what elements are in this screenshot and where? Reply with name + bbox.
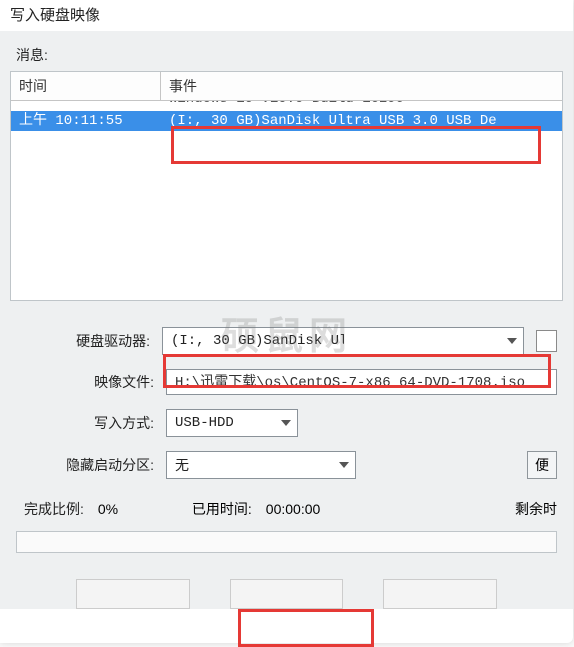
elapsed-value: 00:00:00: [266, 501, 356, 517]
drive-checkbox[interactable]: [536, 330, 557, 352]
col-event-header: 事件: [161, 72, 562, 100]
bottom-button-2[interactable]: [230, 579, 344, 609]
status-row: 完成比例: 0% 已用时间: 00:00:00 剩余时: [16, 493, 557, 531]
hidden-partition-value: 无: [175, 455, 262, 475]
drive-row: 硬盘驱动器: (I:, 30 GB)SanDisk Ultra USB 3.0 …: [16, 327, 557, 355]
write-method-value: USB-HDD+: [175, 415, 233, 431]
messages-header: 时间 事件: [11, 72, 562, 101]
drive-label: 硬盘驱动器:: [16, 331, 162, 351]
bottom-button-1[interactable]: [76, 579, 190, 609]
image-file-row: 映像文件: H:\迅雷下载\os\CentOS-7-x86_64-DVD-170…: [16, 369, 557, 395]
hidden-partition-select[interactable]: 无: [166, 451, 356, 479]
write-disk-image-dialog: 写入硬盘映像 消息: 时间 事件 Windows 10 v10.0 Build …: [0, 0, 573, 643]
window-title: 写入硬盘映像: [10, 7, 100, 24]
progress-value: 0%: [98, 501, 178, 517]
dialog-content: 消息: 时间 事件 Windows 10 v10.0 Build 16299 上…: [0, 31, 573, 609]
col-time-header: 时间: [11, 72, 161, 100]
image-file-label: 映像文件:: [16, 372, 166, 392]
chevron-down-icon: [233, 415, 291, 431]
write-method-row: 写入方式: USB-HDD+: [16, 409, 557, 437]
hidden-partition-row: 隐藏启动分区: 无 便: [16, 451, 557, 479]
elapsed-label: 已用时间:: [192, 499, 252, 519]
image-file-input[interactable]: H:\迅雷下载\os\CentOS-7-x86_64-DVD-1708.iso: [166, 369, 557, 395]
progress-bar: [16, 531, 557, 553]
progress-label: 完成比例:: [24, 499, 84, 519]
title-bar: 写入硬盘映像: [0, 0, 573, 31]
messages-body[interactable]: Windows 10 v10.0 Build 16299 上午 10:11:55…: [11, 101, 562, 131]
bottom-button-3[interactable]: [383, 579, 497, 609]
drive-select[interactable]: (I:, 30 GB)SanDisk Ultra USB 3.0 USB De: [162, 327, 524, 355]
form-area: 硬盘驱动器: (I:, 30 GB)SanDisk Ultra USB 3.0 …: [10, 301, 563, 609]
chevron-down-icon: [344, 333, 517, 349]
drive-value: (I:, 30 GB)SanDisk Ultra USB 3.0 USB De: [171, 333, 344, 349]
table-row[interactable]: Windows 10 v10.0 Build 16299: [11, 101, 562, 111]
bottom-buttons: [16, 567, 557, 609]
annotation-rectangle: [171, 126, 541, 164]
messages-label: 消息:: [16, 45, 563, 65]
write-method-label: 写入方式:: [16, 413, 166, 433]
hidden-partition-label: 隐藏启动分区:: [16, 455, 166, 475]
write-method-select[interactable]: USB-HDD+: [166, 409, 298, 437]
chevron-down-icon: [262, 457, 349, 473]
convenient-button[interactable]: 便: [527, 451, 557, 479]
table-row[interactable]: 上午 10:11:55 (I:, 30 GB)SanDisk Ultra USB…: [11, 111, 562, 131]
remaining-label: 剩余时: [515, 499, 557, 519]
messages-table: 时间 事件 Windows 10 v10.0 Build 16299 上午 10…: [10, 71, 563, 301]
